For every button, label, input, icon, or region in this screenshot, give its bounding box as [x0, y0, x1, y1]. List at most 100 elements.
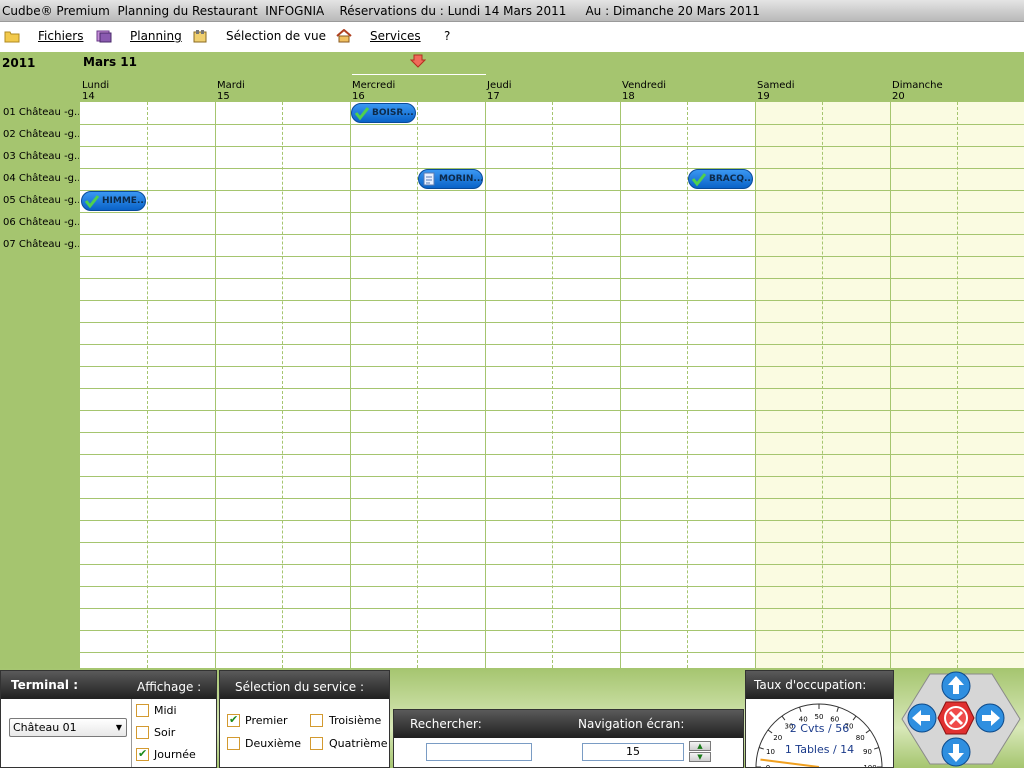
view-selection-icon [193, 30, 207, 43]
grid-half-day-line [417, 102, 418, 668]
day-number: 16 [352, 91, 365, 102]
affichage-midi-checkbox[interactable] [136, 704, 149, 717]
gauge-tick [836, 706, 839, 712]
navigation-up-button[interactable]: ▲ [689, 741, 711, 751]
day-header-jeudi[interactable]: Jeudi 17 [487, 80, 512, 102]
affichage-journee-checkbox[interactable] [136, 747, 149, 761]
menu-planning[interactable]: Planning [96, 26, 182, 46]
day-number: 14 [82, 91, 95, 102]
occupation-covers: 2 Cvts / 56 [789, 722, 850, 735]
grid-half-day-line [822, 102, 823, 668]
current-day-arrow-icon[interactable] [410, 54, 426, 68]
day-number: 20 [892, 91, 905, 102]
day-number: 18 [622, 91, 635, 102]
day-header-dimanche[interactable]: Dimanche 20 [892, 80, 943, 102]
grid-half-day-line [147, 102, 148, 668]
table-row-label[interactable]: 01 Château -g... [3, 102, 79, 124]
day-name: Jeudi [487, 80, 512, 91]
service-panel-header: Sélection du service : [220, 671, 389, 699]
terminal-label: Terminal : [11, 678, 78, 692]
table-row-label[interactable]: 06 Château -g... [3, 212, 79, 234]
terminal-panel-header: Terminal : Affichage : [1, 671, 216, 699]
menu-services[interactable]: Services [336, 26, 421, 46]
planning-grid[interactable]: BOISR... MORIN... BRACQ... HIMME... [80, 102, 1024, 668]
service-troisieme-checkbox[interactable] [310, 714, 323, 727]
year-label: 2011 [0, 52, 80, 102]
grid-day-line [620, 102, 621, 668]
folder-icon [4, 31, 20, 43]
grid-half-day-line [687, 102, 688, 668]
grid-day-line [890, 102, 891, 668]
day-header-lundi[interactable]: Lundi 14 [82, 80, 109, 102]
day-name: Samedi [757, 80, 795, 91]
affichage-soir-label: Soir [154, 726, 176, 739]
search-label: Rechercher: [410, 717, 482, 731]
close-icon[interactable] [937, 701, 975, 735]
navigation-label: Navigation écran: [578, 717, 685, 731]
reservation-block[interactable]: MORIN... [418, 169, 483, 189]
service-deuxieme-checkbox[interactable] [227, 737, 240, 750]
gauge-tick-label: 50 [815, 713, 824, 721]
window-title: Cudbe® Premium Planning du Restaurant IN… [0, 0, 1024, 22]
nav-up-icon[interactable] [941, 671, 971, 701]
service-premier-checkbox[interactable] [227, 713, 240, 727]
table-row-label[interactable]: 02 Château -g... [3, 124, 79, 146]
menu-bar: Fichiers Planning Sélection de vue Servi… [0, 22, 1024, 50]
planning-icon [96, 30, 112, 43]
nav-left-icon[interactable] [907, 703, 937, 733]
grid-half-day-line [282, 102, 283, 668]
occupation-panel-header: Taux d'occupation: [746, 671, 893, 699]
month-label: Mars 11 [83, 55, 137, 69]
search-input[interactable] [426, 743, 532, 761]
day-name: Mardi [217, 80, 245, 91]
nav-right-icon[interactable] [975, 703, 1005, 733]
table-row-label[interactable]: 04 Château -g... [3, 168, 79, 190]
navigation-input[interactable]: 15 [582, 743, 684, 761]
check-icon [354, 107, 370, 121]
menu-help[interactable]: ? [444, 26, 450, 46]
menu-services-label: Services [370, 29, 421, 43]
reservation-block[interactable]: BOISR... [351, 103, 416, 123]
grid-day-line [485, 102, 486, 668]
menu-selection-vue[interactable]: Sélection de vue [192, 26, 326, 46]
day-name: Lundi [82, 80, 110, 91]
menu-selection-vue-label: Sélection de vue [226, 29, 327, 43]
gauge-tick-label: 20 [773, 734, 782, 742]
reservation-block[interactable]: HIMME... [81, 191, 146, 211]
service-quatrieme-label: Quatrième [329, 737, 388, 750]
gauge-tick [799, 706, 802, 712]
table-row-label[interactable]: 05 Château -g... [3, 190, 79, 212]
affichage-soir-checkbox[interactable] [136, 726, 149, 739]
reservation-block[interactable]: BRACQ... [688, 169, 753, 189]
search-panel: Rechercher: Navigation écran: 15 ▲ ▼ [393, 709, 744, 768]
nav-down-icon[interactable] [941, 737, 971, 767]
gauge-tick [852, 715, 857, 721]
day-name: Vendredi [622, 80, 667, 91]
navigation-down-button[interactable]: ▼ [689, 752, 711, 762]
grid-day-line [350, 102, 351, 668]
table-row-label[interactable]: 03 Château -g... [3, 146, 79, 168]
grid-half-day-line [552, 102, 553, 668]
menu-fichiers-label: Fichiers [38, 29, 84, 43]
grid-half-day-line [957, 102, 958, 668]
tables-column: 01 Château -g... 02 Château -g... 03 Châte… [0, 102, 80, 668]
day-header-vendredi[interactable]: Vendredi 18 [622, 80, 666, 102]
day-header-mercredi[interactable]: Mercredi 16 [352, 80, 395, 102]
menu-fichiers[interactable]: Fichiers [4, 26, 83, 46]
terminal-divider [131, 699, 132, 767]
day-name: Mercredi [352, 80, 396, 91]
day-number: 17 [487, 91, 500, 102]
occupation-label: Taux d'occupation: [754, 678, 867, 692]
gauge-tick [781, 715, 786, 721]
table-row-label[interactable]: 07 Château -g... [3, 234, 79, 256]
service-quatrieme-checkbox[interactable] [310, 737, 323, 750]
service-troisieme-label: Troisième [329, 714, 382, 727]
service-panel: Sélection du service : Premier Troisième… [219, 670, 390, 768]
check-icon [691, 173, 707, 187]
home-icon [336, 29, 352, 43]
affichage-journee-label: Journée [154, 748, 196, 761]
check-icon [84, 195, 100, 209]
day-header-mardi[interactable]: Mardi 15 [217, 80, 245, 102]
terminal-select[interactable]: Château 01 ▼ [9, 718, 127, 737]
day-header-samedi[interactable]: Samedi 19 [757, 80, 795, 102]
